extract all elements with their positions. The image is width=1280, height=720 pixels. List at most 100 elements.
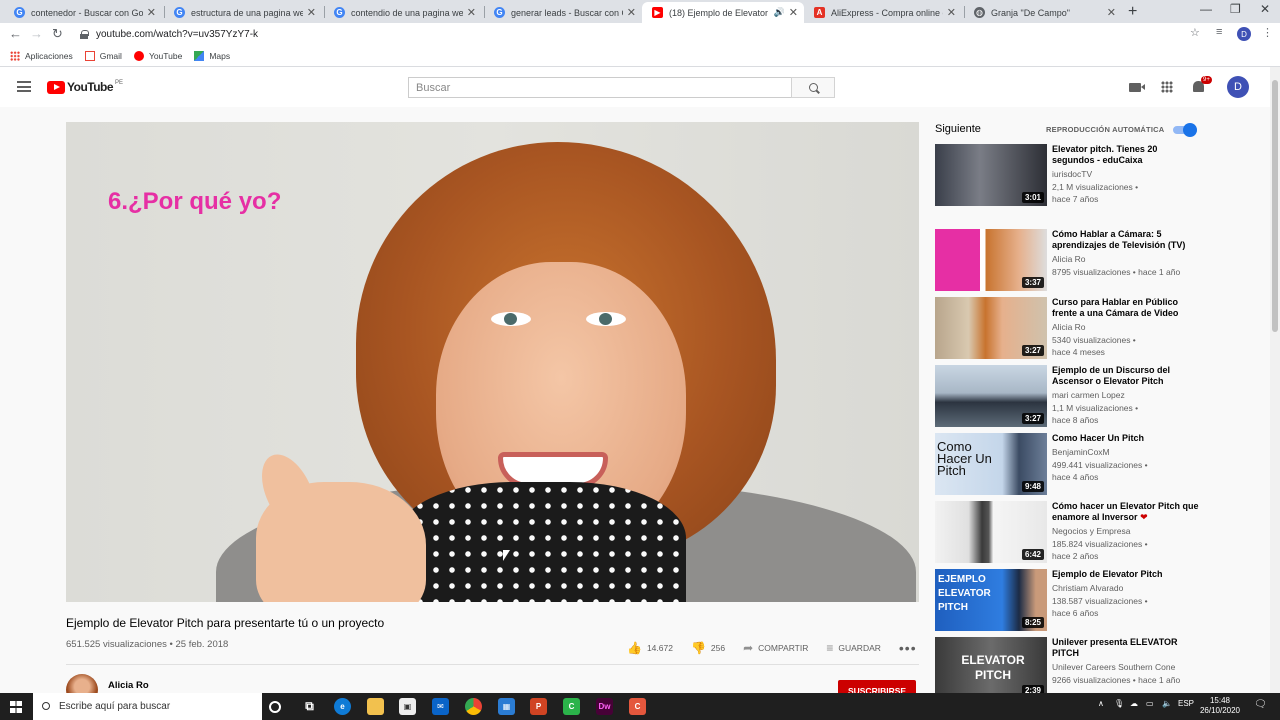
rec-title[interactable]: Cómo Hablar a Cámara: 5 aprendizajes de … — [1052, 229, 1202, 251]
youtube-apps-icon[interactable] — [1161, 81, 1173, 93]
tab-close-icon[interactable]: ✕ — [1107, 6, 1116, 19]
battery-icon[interactable]: ▭ — [1146, 699, 1154, 708]
recommendation-item[interactable]: 3:01 Elevator pitch. Tienes 20 segundos … — [935, 144, 1205, 206]
task-view-icon[interactable]: ⧉ — [301, 698, 318, 715]
bookmark-maps[interactable]: Maps — [194, 50, 230, 61]
cortana-icon[interactable] — [269, 701, 281, 713]
bookmark-star-icon[interactable]: ☆ — [1190, 26, 1200, 39]
video-thumbnail[interactable]: 3:01 — [935, 144, 1047, 206]
dislike-button[interactable]: 👎 256 — [691, 641, 725, 655]
tab-close-icon[interactable]: ✕ — [307, 6, 316, 19]
store-icon[interactable]: ▣ — [399, 698, 416, 715]
rec-channel[interactable]: Negocios y Empresa — [1052, 526, 1130, 536]
video-thumbnail[interactable]: 3:37 — [935, 229, 1047, 291]
camtasia-icon[interactable]: C — [563, 698, 580, 715]
youtube-logo[interactable]: YouTube PE — [47, 80, 123, 94]
recommendation-item[interactable]: EJEMPLO ELEVATOR PITCH 8:25 Ejemplo de E… — [935, 569, 1205, 631]
cloud-icon[interactable]: ☁ — [1130, 699, 1138, 708]
bookmark-gmail[interactable]: Gmail — [84, 50, 122, 61]
mail-icon[interactable]: ✉ — [432, 698, 449, 715]
bookmark-apps[interactable]: Aplicaciones — [10, 50, 73, 61]
edge-icon[interactable]: e — [334, 698, 351, 715]
rec-channel[interactable]: iurisdocTV — [1052, 169, 1092, 179]
windows-start-icon[interactable] — [10, 701, 22, 713]
browser-tab[interactable]: G generar leads - Buscar con Goog ✕ — [484, 2, 642, 23]
address-bar[interactable]: youtube.com/watch?v=uv357YzY7-k — [76, 25, 1206, 43]
scrollbar-thumb[interactable] — [1272, 80, 1278, 332]
browser-tab-active[interactable]: ▶ (18) Ejemplo de Elevator Pitc 🔊 ✕ — [642, 2, 804, 23]
language-indicator[interactable]: ESP — [1178, 699, 1194, 708]
rec-title[interactable]: Curso para Hablar en Público frente a un… — [1052, 297, 1202, 319]
browser-tab[interactable]: G contenedor - Buscar con Google ✕ — [4, 2, 162, 23]
autoplay-toggle[interactable] — [1173, 123, 1197, 137]
like-button[interactable]: 👍 14.672 — [627, 641, 673, 655]
reload-icon[interactable]: ↻ — [52, 26, 63, 42]
browser-tab[interactable]: G estructura de una pagina web - B ✕ — [164, 2, 322, 23]
rec-channel[interactable]: Christiam Alvarado — [1052, 583, 1123, 593]
hamburger-menu-icon[interactable] — [17, 81, 31, 92]
powerpoint-icon[interactable]: P — [530, 698, 547, 715]
back-arrow-icon[interactable]: ← — [9, 26, 22, 41]
chrome-icon[interactable] — [465, 698, 482, 715]
window-close-icon[interactable]: ✕ — [1260, 2, 1270, 16]
recommendation-item[interactable]: 3:27 Curso para Hablar en Público frente… — [935, 297, 1205, 359]
rec-channel[interactable]: mari carmen Lopez — [1052, 390, 1125, 400]
video-thumbnail[interactable]: 6:42 — [935, 501, 1047, 563]
save-button[interactable]: ≡ GUARDAR — [826, 641, 881, 655]
microphone-icon[interactable]: 🎙 — [1114, 699, 1124, 708]
volume-icon[interactable]: 🔈 — [1162, 699, 1172, 708]
recommendation-item[interactable]: 6:42 Cómo hacer un Elevator Pitch que en… — [935, 501, 1205, 563]
profile-avatar[interactable]: D — [1237, 27, 1251, 41]
rec-channel[interactable]: Alicia Ro — [1052, 322, 1086, 332]
share-button[interactable]: ➦ COMPARTIR — [743, 641, 808, 655]
rec-channel[interactable]: Alicia Ro — [1052, 254, 1086, 264]
chrome-menu-icon[interactable]: ⋮ — [1262, 26, 1273, 39]
browser-tab[interactable]: A AliExpress - Compra online de El ✕ — [804, 2, 962, 23]
minimize-icon[interactable]: — — [1200, 2, 1212, 16]
tab-close-icon[interactable]: ✕ — [467, 6, 476, 19]
media-queue-icon[interactable]: ≡ — [1216, 26, 1222, 38]
rec-title[interactable]: Elevator pitch. Tienes 20 segundos - edu… — [1052, 144, 1202, 166]
rec-title[interactable]: Como Hacer Un Pitch — [1052, 433, 1202, 444]
video-thumbnail[interactable]: Como Hacer Un Pitch 9:48 — [935, 433, 1047, 495]
recommendation-item[interactable]: 3:27 Ejemplo de un Discurso del Ascensor… — [935, 365, 1205, 427]
bookmark-youtube[interactable]: YouTube — [133, 50, 182, 61]
dreamweaver-icon[interactable]: Dw — [596, 698, 613, 715]
video-thumbnail[interactable]: 3:27 — [935, 297, 1047, 359]
tab-close-icon[interactable]: ✕ — [147, 6, 156, 19]
tab-close-icon[interactable]: ✕ — [627, 6, 636, 19]
browser-tab[interactable]: ◍ Granja "De Campo" ✕ — [964, 2, 1122, 23]
recommendation-item[interactable]: Como Hacer Un Pitch 9:48 Como Hacer Un P… — [935, 433, 1205, 495]
tab-close-icon[interactable]: ✕ — [947, 6, 956, 19]
recommendation-item[interactable]: 3:37 Cómo Hablar a Cámara: 5 aprendizaje… — [935, 229, 1205, 291]
tab-close-icon[interactable]: ✕ — [789, 6, 798, 19]
system-clock[interactable]: 15:48 26/10/2020 — [1196, 696, 1244, 716]
restore-icon[interactable]: ❐ — [1230, 2, 1241, 16]
channel-name[interactable]: Alicia Ro — [108, 680, 149, 691]
video-thumbnail[interactable]: EJEMPLO ELEVATOR PITCH 8:25 — [935, 569, 1047, 631]
account-avatar[interactable]: D — [1227, 76, 1249, 98]
rec-title[interactable]: Ejemplo de un Discurso del Ascensor o El… — [1052, 365, 1202, 387]
browser-tab[interactable]: G contendio de una pagina web - B ✕ — [324, 2, 482, 23]
rec-channel[interactable]: BenjaminCoxM — [1052, 447, 1110, 457]
recorder-icon[interactable]: C — [629, 698, 646, 715]
new-tab-plus-icon[interactable]: + — [1128, 3, 1137, 21]
video-player[interactable]: 6.¿Por qué yo? — [66, 122, 919, 602]
notifications-icon[interactable]: 🗨 — [1254, 699, 1267, 710]
rec-title[interactable]: Unilever presenta ELEVATOR PITCH — [1052, 637, 1202, 659]
taskbar-search-box[interactable]: Escribe aquí para buscar — [33, 693, 262, 720]
file-explorer-icon[interactable] — [367, 698, 384, 715]
rec-title[interactable]: Ejemplo de Elevator Pitch — [1052, 569, 1202, 580]
more-actions-icon[interactable]: ••• — [899, 640, 917, 656]
recommendation-item[interactable]: ELEVATOR PITCH 2:39 Unilever presenta EL… — [935, 637, 1205, 693]
rec-title[interactable]: Cómo hacer un Elevator Pitch que enamore… — [1052, 501, 1202, 523]
tab-audio-icon[interactable]: 🔊 — [774, 7, 785, 18]
rec-channel[interactable]: Unilever Careers Southern Cone — [1052, 662, 1175, 672]
search-input[interactable]: Buscar — [408, 77, 792, 98]
search-button[interactable] — [791, 77, 835, 98]
create-video-icon[interactable] — [1129, 83, 1145, 92]
forward-arrow-icon[interactable]: → — [30, 26, 43, 41]
video-thumbnail[interactable]: 3:27 — [935, 365, 1047, 427]
video-thumbnail[interactable]: ELEVATOR PITCH 2:39 — [935, 637, 1047, 693]
tray-chevron-icon[interactable]: ∧ — [1098, 699, 1104, 708]
